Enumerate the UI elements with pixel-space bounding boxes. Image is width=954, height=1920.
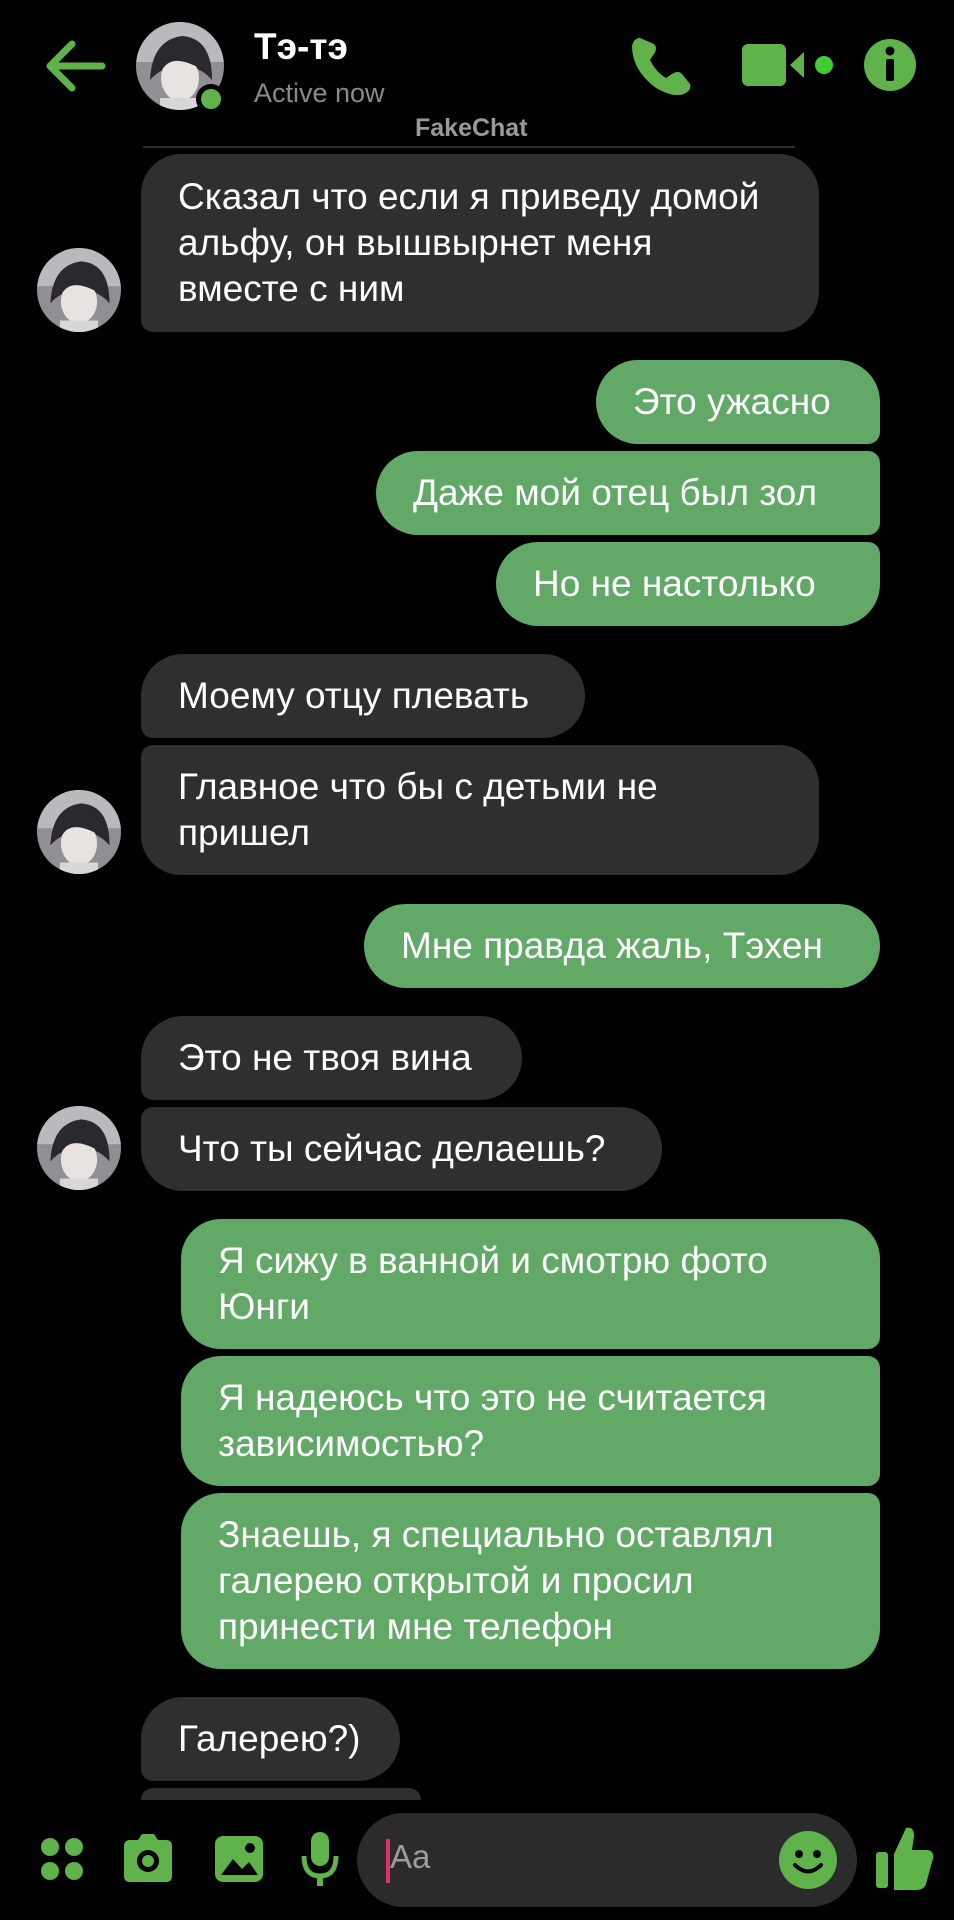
sender-avatar <box>37 790 121 874</box>
apps-grid-icon[interactable] <box>38 1826 86 1892</box>
outgoing-message[interactable]: Я надеюсь что это не считается зависимос… <box>181 1356 880 1486</box>
incoming-message[interactable]: Это не твоя вина <box>141 1016 522 1100</box>
header-divider <box>143 146 795 148</box>
video-camera-icon[interactable] <box>742 30 836 100</box>
gallery-icon[interactable] <box>212 1826 266 1892</box>
contact-status: Active now <box>254 78 385 108</box>
avatar-photo <box>37 790 121 874</box>
avatar-photo <box>37 248 121 332</box>
online-indicator <box>196 84 226 114</box>
watermark: FakeChat <box>415 114 528 142</box>
incoming-message[interactable]: Что ты сейчас делаешь? <box>141 1107 662 1191</box>
incoming-message[interactable]: Главное что бы с детьми не пришел <box>141 745 819 875</box>
microphone-icon[interactable] <box>298 1826 342 1892</box>
incoming-message[interactable]: Сказал что если я приведу домой альфу, о… <box>141 154 819 332</box>
sender-avatar <box>37 248 121 332</box>
incoming-message-partial <box>141 1788 421 1800</box>
avatar-photo <box>37 1106 121 1190</box>
outgoing-message[interactable]: Знаешь, я специально оставлял галерею от… <box>181 1493 880 1669</box>
thumbs-up-icon[interactable] <box>874 1822 936 1894</box>
outgoing-message[interactable]: Даже мой отец был зол <box>376 451 880 535</box>
message-input-placeholder: Aa <box>390 1838 431 1875</box>
contact-name[interactable]: Тэ-тэ <box>254 26 348 68</box>
outgoing-message[interactable]: Мне правда жаль, Тэхен <box>364 904 880 988</box>
back-arrow-icon[interactable] <box>40 36 110 96</box>
camera-icon[interactable] <box>120 1826 176 1892</box>
sender-avatar <box>37 1106 121 1190</box>
incoming-message[interactable]: Галерею?) <box>141 1697 400 1781</box>
emoji-icon[interactable] <box>778 1830 838 1890</box>
incoming-message[interactable]: Моему отцу плевать <box>141 654 585 738</box>
outgoing-message[interactable]: Но не настолько <box>496 542 880 626</box>
info-icon[interactable] <box>862 30 918 100</box>
outgoing-message[interactable]: Это ужасно <box>596 360 880 444</box>
outgoing-message[interactable]: Я сижу в ванной и смотрю фото Юнги <box>181 1219 880 1349</box>
phone-icon[interactable] <box>626 30 698 100</box>
